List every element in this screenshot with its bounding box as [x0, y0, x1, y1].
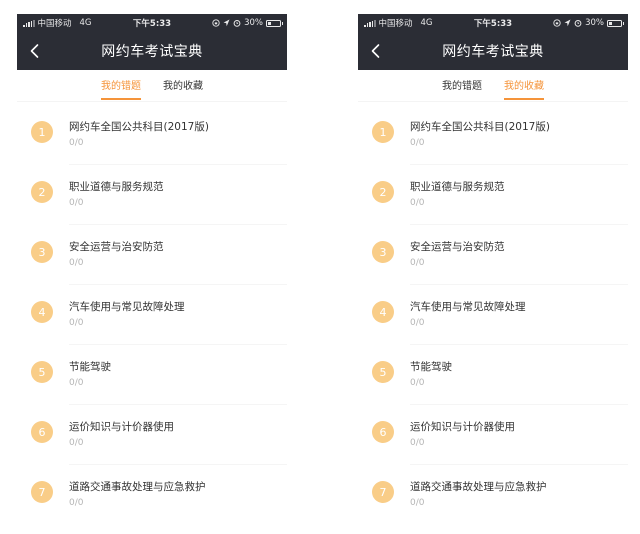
item-number-badge: 7: [372, 481, 394, 503]
rotation-lock-icon: [553, 19, 561, 27]
tab-wrong-questions[interactable]: 我的错题: [101, 77, 141, 100]
tab-favorites[interactable]: 我的收藏: [504, 77, 544, 100]
carrier-label: 中国移动: [378, 19, 413, 29]
item-number-badge: 1: [31, 121, 53, 143]
item-number-badge: 4: [31, 301, 53, 323]
item-number-badge: 5: [372, 361, 394, 383]
item-progress: 0/0: [410, 498, 425, 508]
list-item[interactable]: 3 安全运营与治安防范 0/0: [358, 225, 628, 285]
status-bar: 中国移动 4G 下午5:33 30%: [358, 14, 628, 32]
back-arrow-icon[interactable]: [367, 41, 385, 61]
item-title: 道路交通事故处理与应急救护: [410, 481, 547, 493]
network-label: 4G: [420, 18, 433, 28]
item-progress: 0/0: [69, 498, 84, 508]
item-progress: 0/0: [69, 438, 84, 448]
list-item[interactable]: 6 运价知识与计价器使用 0/0: [358, 405, 628, 465]
item-title: 节能驾驶: [69, 361, 111, 373]
location-arrow-icon: [564, 19, 571, 27]
item-number-badge: 1: [372, 121, 394, 143]
item-progress: 0/0: [69, 318, 84, 328]
battery-percent: 30%: [585, 18, 604, 28]
location-arrow-icon: [223, 19, 230, 27]
item-progress: 0/0: [410, 198, 425, 208]
page-title: 网约车考试宝典: [442, 44, 544, 60]
item-title: 网约车全国公共科目(2017版): [410, 121, 550, 133]
item-title: 网约车全国公共科目(2017版): [69, 121, 209, 133]
tab-bar: 我的错题 我的收藏: [358, 70, 628, 102]
list-item[interactable]: 7 道路交通事故处理与应急救护 0/0: [17, 465, 287, 525]
list-item[interactable]: 5 节能驾驶 0/0: [17, 345, 287, 405]
status-bar: 中国移动 4G 下午5:33 30%: [17, 14, 287, 32]
list-item[interactable]: 3 安全运营与治安防范 0/0: [17, 225, 287, 285]
item-number-badge: 7: [31, 481, 53, 503]
item-progress: 0/0: [69, 198, 84, 208]
item-number-badge: 2: [31, 181, 53, 203]
item-progress: 0/0: [410, 438, 425, 448]
list-item[interactable]: 1 网约车全国公共科目(2017版) 0/0: [358, 105, 628, 165]
item-progress: 0/0: [69, 258, 84, 268]
battery-icon: [266, 19, 283, 27]
phone-screen-wrong-questions: 中国移动 4G 下午5:33 30% 网约车考试宝典 我的错题 我的收藏 1 网…: [17, 14, 287, 534]
item-title: 运价知识与计价器使用: [410, 421, 515, 433]
item-title: 安全运营与治安防范: [69, 241, 164, 253]
list-item[interactable]: 1 网约车全国公共科目(2017版) 0/0: [17, 105, 287, 165]
navigation-bar: 网约车考试宝典: [17, 32, 287, 70]
list-item[interactable]: 6 运价知识与计价器使用 0/0: [17, 405, 287, 465]
tab-favorites[interactable]: 我的收藏: [163, 77, 203, 98]
item-title: 安全运营与治安防范: [410, 241, 505, 253]
signal-icon: [23, 19, 35, 27]
item-title: 运价知识与计价器使用: [69, 421, 174, 433]
item-number-badge: 6: [372, 421, 394, 443]
subject-list: 1 网约车全国公共科目(2017版) 0/0 2 职业道德与服务规范 0/0 3…: [358, 102, 628, 525]
tab-bar: 我的错题 我的收藏: [17, 70, 287, 102]
alarm-clock-icon: [574, 20, 582, 27]
item-title: 职业道德与服务规范: [410, 181, 505, 193]
battery-icon: [607, 19, 624, 27]
item-title: 节能驾驶: [410, 361, 452, 373]
item-title: 汽车使用与常见故障处理: [69, 301, 185, 313]
carrier-label: 中国移动: [37, 19, 72, 29]
item-progress: 0/0: [410, 258, 425, 268]
item-progress: 0/0: [69, 378, 84, 388]
list-item[interactable]: 4 汽车使用与常见故障处理 0/0: [358, 285, 628, 345]
list-item[interactable]: 2 职业道德与服务规范 0/0: [17, 165, 287, 225]
subject-list: 1 网约车全国公共科目(2017版) 0/0 2 职业道德与服务规范 0/0 3…: [17, 102, 287, 525]
item-number-badge: 2: [372, 181, 394, 203]
item-progress: 0/0: [69, 138, 84, 148]
item-number-badge: 3: [31, 241, 53, 263]
list-item[interactable]: 4 汽车使用与常见故障处理 0/0: [17, 285, 287, 345]
network-label: 4G: [79, 18, 92, 28]
list-item[interactable]: 7 道路交通事故处理与应急救护 0/0: [358, 465, 628, 525]
rotation-lock-icon: [212, 19, 220, 27]
alarm-clock-icon: [233, 20, 241, 27]
item-number-badge: 3: [372, 241, 394, 263]
page-title: 网约车考试宝典: [101, 44, 203, 60]
navigation-bar: 网约车考试宝典: [358, 32, 628, 70]
phone-screen-favorites: 中国移动 4G 下午5:33 30% 网约车考试宝典 我的错题 我的收藏 1 网…: [358, 14, 628, 534]
tab-wrong-questions[interactable]: 我的错题: [442, 77, 482, 98]
signal-icon: [364, 19, 376, 27]
item-title: 职业道德与服务规范: [69, 181, 164, 193]
item-progress: 0/0: [410, 318, 425, 328]
item-title: 道路交通事故处理与应急救护: [69, 481, 206, 493]
item-progress: 0/0: [410, 138, 425, 148]
list-item[interactable]: 5 节能驾驶 0/0: [358, 345, 628, 405]
item-progress: 0/0: [410, 378, 425, 388]
item-number-badge: 6: [31, 421, 53, 443]
back-arrow-icon[interactable]: [26, 41, 44, 61]
battery-percent: 30%: [244, 18, 263, 28]
list-item[interactable]: 2 职业道德与服务规范 0/0: [358, 165, 628, 225]
item-title: 汽车使用与常见故障处理: [410, 301, 526, 313]
item-number-badge: 4: [372, 301, 394, 323]
item-number-badge: 5: [31, 361, 53, 383]
